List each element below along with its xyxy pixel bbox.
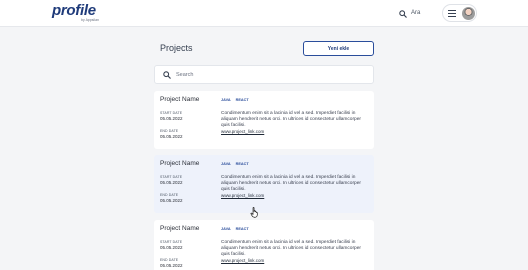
tech-tag: REACT <box>235 98 249 102</box>
tech-tag: JAVA <box>221 162 231 166</box>
user-menu-button[interactable] <box>442 4 477 22</box>
start-date-label: START DATE <box>160 175 183 179</box>
user-avatar <box>462 7 475 20</box>
tech-tags: JAVA REACT <box>221 227 249 231</box>
tech-tag: REACT <box>235 227 249 231</box>
profile-logo[interactable]: profile by Appsilan <box>52 3 102 23</box>
project-link[interactable]: www.project_link.com <box>221 129 264 134</box>
start-date-value: 05.05.2022 <box>160 180 183 185</box>
hamburger-icon <box>448 10 456 17</box>
project-description: Condimentum enim sit a lacinia id vel a … <box>221 175 361 192</box>
end-date-value: 05.05.2022 <box>160 198 183 203</box>
tech-tags: JAVA REACT <box>221 98 249 102</box>
start-date-label: START DATE <box>160 240 183 244</box>
logo-text: profile <box>52 2 96 19</box>
end-date-value: 05.05.2022 <box>160 263 183 268</box>
tech-tag: REACT <box>235 162 249 166</box>
end-date-value: 05.05.2022 <box>160 134 183 139</box>
hand-pointer-cursor-icon <box>250 207 258 218</box>
start-date-value: 05.05.2022 <box>160 116 183 121</box>
search-icon <box>399 9 407 18</box>
project-description: Condimentum enim sit a lacinia id vel a … <box>221 111 361 128</box>
project-name: Project Name <box>160 96 200 103</box>
logo-subtext: by Appsilan <box>81 18 99 22</box>
project-card[interactable]: Project Name START DATE 05.05.2022 END D… <box>154 91 374 149</box>
end-date-label: END DATE <box>160 193 179 197</box>
start-date-value: 05.05.2022 <box>160 245 183 250</box>
project-link[interactable]: www.project_link.com <box>221 258 264 263</box>
project-card[interactable]: Project Name START DATE 05.05.2022 END D… <box>154 155 374 213</box>
tech-tag: JAVA <box>221 98 231 102</box>
project-search-field[interactable]: Search <box>154 65 374 84</box>
project-name: Project Name <box>160 225 200 232</box>
project-link[interactable]: www.project_link.com <box>221 193 264 198</box>
top-navigation-bar: profile by Appsilan Ara <box>0 0 528 27</box>
tech-tags: JAVA REACT <box>221 162 249 166</box>
end-date-label: END DATE <box>160 129 179 133</box>
search-icon <box>163 71 171 79</box>
header-search-label: Ara <box>411 10 421 16</box>
project-description: Condimentum enim sit a lacinia id vel a … <box>221 240 361 257</box>
tech-tag: JAVA <box>221 227 231 231</box>
header-search-button[interactable]: Ara <box>399 8 420 19</box>
page-title: Projects <box>160 43 193 53</box>
end-date-label: END DATE <box>160 258 179 262</box>
project-card[interactable]: Project Name START DATE 05.05.2022 END D… <box>154 220 374 270</box>
add-new-button[interactable]: Yeni ekle <box>303 41 374 56</box>
project-name: Project Name <box>160 160 200 167</box>
search-placeholder: Search <box>176 72 194 78</box>
start-date-label: START DATE <box>160 111 183 115</box>
